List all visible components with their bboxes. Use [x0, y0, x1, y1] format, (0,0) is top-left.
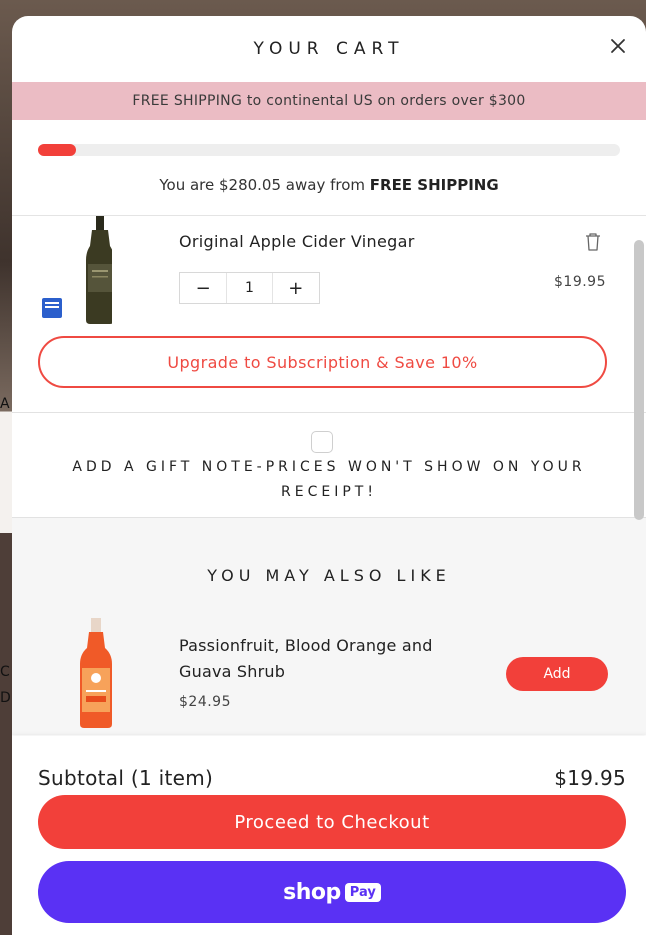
- cart-header: YOUR CART: [12, 16, 646, 82]
- subtotal-label: Subtotal (1 item): [38, 766, 214, 790]
- background-text: D: [0, 690, 11, 706]
- quantity-value[interactable]: 1: [226, 273, 273, 303]
- shrub-bottle-image: [78, 618, 114, 728]
- checkout-button[interactable]: Proceed to Checkout: [38, 795, 626, 849]
- add-upsell-button[interactable]: Add: [506, 657, 608, 691]
- progress-text: You are $280.05 away from FREE SHIPPING: [38, 176, 620, 194]
- cart-scroll-area[interactable]: Original Apple Cider Vinegar − 1 + $19.9…: [12, 215, 646, 735]
- vinegar-bottle-image: [40, 216, 114, 324]
- trash-icon[interactable]: [584, 232, 602, 252]
- decrement-button[interactable]: −: [180, 273, 226, 303]
- scrollbar-thumb[interactable]: [634, 240, 644, 520]
- subtotal-value: $19.95: [554, 766, 626, 790]
- shop-pay-wordmark: shop: [283, 879, 341, 905]
- close-icon[interactable]: [606, 34, 630, 58]
- background-text: A: [0, 396, 10, 412]
- background-text: C: [0, 664, 10, 680]
- progress-track: [38, 144, 620, 156]
- progress-emphasis: FREE SHIPPING: [369, 176, 499, 194]
- cart-title: YOUR CART: [253, 39, 405, 59]
- upsell-product-name[interactable]: Passionfruit, Blood Orange and Guava Shr…: [179, 633, 479, 685]
- progress-prefix: You are $280.05 away from: [159, 176, 370, 194]
- quantity-stepper: − 1 +: [179, 272, 320, 304]
- upsell-section: YOU MAY ALSO LIKE Passionfruit, Blood Or…: [12, 518, 646, 735]
- free-shipping-banner: FREE SHIPPING to continental US on order…: [12, 82, 646, 120]
- line-item-title[interactable]: Original Apple Cider Vinegar: [179, 232, 415, 251]
- cart-drawer: YOUR CART FREE SHIPPING to continental U…: [12, 16, 646, 935]
- progress-fill: [38, 144, 77, 156]
- upsell-product-price: $24.95: [179, 694, 231, 710]
- shipping-progress: You are $280.05 away from FREE SHIPPING: [12, 120, 646, 194]
- cart-footer: Subtotal (1 item) $19.95 Proceed to Chec…: [12, 736, 646, 935]
- gift-note-label[interactable]: ADD A GIFT NOTE-PRICES WON'T SHOW ON YOU…: [52, 455, 606, 505]
- shop-pay-badge: Pay: [344, 882, 381, 902]
- line-item-price: $19.95: [554, 274, 606, 290]
- shop-pay-button[interactable]: shop Pay: [38, 861, 626, 923]
- gift-note-section: ADD A GIFT NOTE-PRICES WON'T SHOW ON YOU…: [12, 413, 646, 518]
- cart-line-item: Original Apple Cider Vinegar − 1 + $19.9…: [12, 216, 646, 413]
- upgrade-subscription-button[interactable]: Upgrade to Subscription & Save 10%: [38, 336, 607, 388]
- increment-button[interactable]: +: [273, 273, 319, 303]
- upsell-title: YOU MAY ALSO LIKE: [207, 566, 451, 585]
- gift-note-checkbox[interactable]: [311, 431, 333, 453]
